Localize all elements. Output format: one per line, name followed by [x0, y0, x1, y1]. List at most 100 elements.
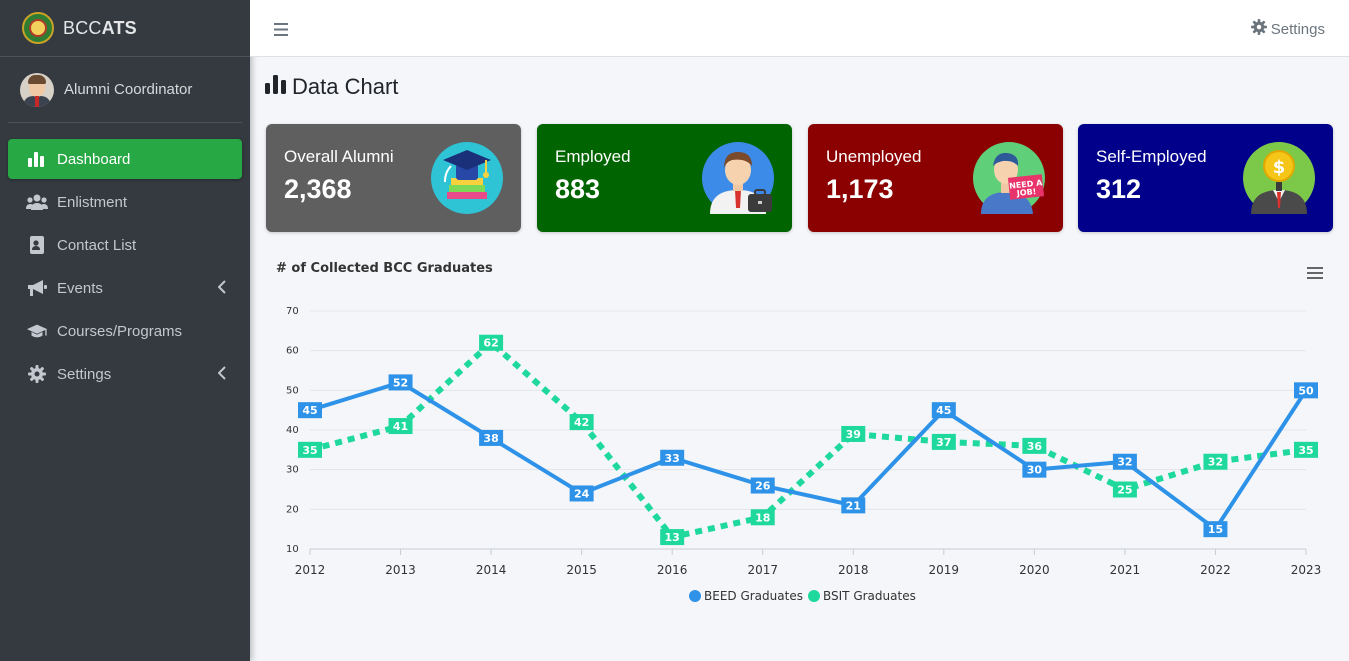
sidebar-nav: Dashboard Enlistment Contact List Events	[0, 139, 250, 394]
page-title: Data Chart	[265, 74, 398, 100]
y-tick-label: 70	[286, 306, 299, 317]
card-overall-alumni[interactable]: Overall Alumni 2,368	[266, 124, 521, 232]
sidebar-item-contact-list[interactable]: Contact List	[8, 225, 242, 265]
x-tick-label: 2016	[657, 563, 688, 577]
bullhorn-icon	[26, 278, 48, 298]
data-label: 50	[1298, 384, 1314, 397]
data-label: 15	[1208, 523, 1223, 536]
chart-bar-icon	[26, 149, 48, 169]
line-chart: # of Collected BCC Graduates 10 20 30 40 50 6…	[265, 250, 1333, 610]
data-label: 18	[755, 511, 770, 524]
card-value: 2,368	[284, 174, 352, 204]
sidebar-item-settings[interactable]: Settings	[8, 354, 242, 394]
y-tick-label: 40	[286, 425, 299, 436]
legend-marker	[808, 590, 820, 602]
brand-suffix: ATS	[101, 17, 137, 38]
card-employed[interactable]: Employed 883	[537, 124, 792, 232]
data-label: 52	[393, 376, 408, 389]
series-line-beed-graduates	[309, 380, 1308, 532]
x-tick-label: 2018	[838, 563, 869, 577]
data-label: 42	[574, 416, 589, 429]
sidebar-item-label: Dashboard	[57, 150, 131, 168]
card-label: Employed	[555, 147, 631, 166]
sidebar-item-label: Settings	[57, 365, 112, 383]
address-card-icon	[26, 235, 48, 255]
x-tick-label: 2017	[747, 563, 778, 577]
data-label: 37	[936, 436, 951, 449]
dollar-businessman-icon: $	[1243, 142, 1315, 214]
gear-icon	[26, 364, 48, 384]
data-label: 35	[1298, 444, 1313, 457]
legend-label: BSIT Graduates	[823, 589, 916, 603]
data-label: 45	[936, 404, 951, 417]
data-label: 33	[665, 452, 680, 465]
data-label: 41	[393, 420, 408, 433]
data-label: 25	[1117, 484, 1132, 497]
data-label: 24	[574, 487, 590, 500]
page-title-text: Data Chart	[292, 74, 399, 99]
dollar-sign-text: $	[1273, 157, 1286, 178]
data-label: 26	[755, 480, 771, 493]
card-label: Unemployed	[826, 147, 922, 166]
brand-prefix: BCC	[63, 17, 102, 38]
card-label: Overall Alumni	[284, 147, 394, 166]
avatar	[20, 72, 54, 107]
y-tick-label: 60	[286, 346, 299, 357]
data-label: 62	[483, 337, 498, 350]
chevron-left-icon	[217, 280, 226, 298]
data-label: 32	[1208, 456, 1223, 469]
data-label: 38	[483, 432, 498, 445]
user-name[interactable]: Alumni Coordinator	[64, 81, 192, 98]
y-tick-label: 20	[286, 504, 299, 515]
employed-person-icon	[702, 142, 774, 214]
sidebar-item-label: Courses/Programs	[57, 322, 183, 340]
chart-bar-icon	[265, 74, 292, 100]
top-navbar: Settings	[250, 0, 1349, 57]
card-label: Self-Employed	[1096, 147, 1207, 166]
legend-marker	[689, 590, 701, 602]
x-tick-label: 2013	[385, 563, 416, 577]
sidebar: BCCATS Alumni Coordinator Dashboard Enli…	[0, 0, 250, 661]
y-tick-label: 50	[286, 385, 299, 396]
series-line-bsit-graduates	[309, 339, 1307, 541]
x-tick-label: 2020	[1019, 563, 1050, 577]
card-self-employed[interactable]: Self-Employed 312 $	[1078, 124, 1333, 232]
sidebar-item-courses[interactable]: Courses/Programs	[8, 311, 242, 351]
sidebar-item-enlistment[interactable]: Enlistment	[8, 182, 242, 222]
legend-label: BEED Graduates	[704, 589, 803, 603]
graduation-books-icon	[431, 142, 503, 214]
x-tick-label: 2014	[476, 563, 507, 577]
x-tick-label: 2019	[929, 563, 960, 577]
data-label: 36	[1027, 440, 1043, 453]
y-tick-label: 30	[286, 465, 299, 476]
graduation-cap-icon	[26, 321, 48, 341]
need-a-job-icon: NEED A JOB!	[973, 142, 1045, 214]
sidebar-item-label: Events	[57, 279, 103, 297]
sidebar-item-events[interactable]: Events	[8, 268, 242, 308]
y-tick-label: 10	[286, 544, 299, 555]
x-tick-label: 2015	[566, 563, 597, 577]
card-value: 883	[555, 174, 601, 204]
chevron-left-icon	[217, 366, 226, 384]
sidebar-item-dashboard[interactable]: Dashboard	[8, 139, 242, 179]
users-icon	[26, 192, 48, 212]
brand-logo	[22, 12, 54, 44]
card-value: 1,173	[826, 174, 894, 204]
hamburger-menu-icon[interactable]	[274, 21, 288, 40]
sidebar-item-label: Contact List	[57, 236, 137, 254]
x-tick-label: 2022	[1200, 563, 1231, 577]
brand-link[interactable]: BCCATS	[0, 0, 250, 57]
data-label: 30	[1027, 464, 1043, 477]
card-unemployed[interactable]: Unemployed 1,173 NEED A JOB!	[808, 124, 1063, 232]
user-panel[interactable]: Alumni Coordinator	[8, 57, 242, 123]
data-label: 45	[302, 404, 317, 417]
data-label: 35	[302, 444, 317, 457]
x-tick-label: 2021	[1110, 563, 1141, 577]
data-label: 21	[846, 499, 861, 512]
header-settings-link[interactable]: Settings	[1250, 19, 1325, 39]
gear-icon	[1250, 19, 1271, 39]
brand-text: BCCATS	[63, 18, 137, 39]
chart-svg: 10 20 30 40 50 60 70 2012 2013 2014 2015 2016 2017 20…	[286, 306, 1321, 603]
data-label: 39	[846, 428, 861, 441]
x-tick-label: 2012	[295, 563, 326, 577]
